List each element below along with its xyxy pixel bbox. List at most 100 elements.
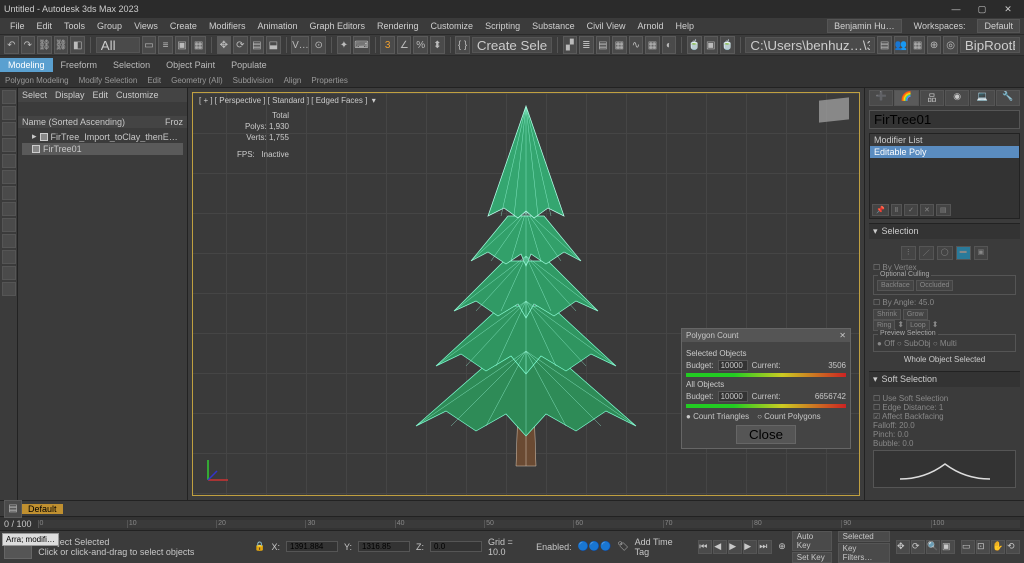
root-bone-field[interactable] bbox=[960, 37, 1020, 53]
tab-modeling[interactable]: Modeling bbox=[0, 58, 53, 72]
coord-y[interactable] bbox=[358, 541, 410, 552]
minimize-icon[interactable]: — bbox=[944, 4, 968, 15]
softsel-rollout[interactable]: Soft Selection bbox=[882, 374, 938, 385]
menu-customize[interactable]: Customize bbox=[425, 21, 480, 31]
create-tab-icon[interactable]: ➕ bbox=[869, 90, 893, 106]
refcoord-icon[interactable]: V… bbox=[291, 36, 309, 54]
layer-explorer-icon[interactable]: ▤ bbox=[877, 36, 892, 54]
window-crossing-icon[interactable]: ▦ bbox=[191, 36, 206, 54]
menu-group[interactable]: Group bbox=[91, 21, 128, 31]
lt-icon[interactable] bbox=[2, 218, 16, 232]
hierarchy-tab-icon[interactable]: 品 bbox=[920, 90, 944, 106]
viewcube[interactable] bbox=[819, 97, 849, 122]
lt-icon[interactable] bbox=[2, 154, 16, 168]
lt-icon[interactable] bbox=[2, 202, 16, 216]
lt-icon[interactable] bbox=[2, 138, 16, 152]
modifier-item[interactable]: Editable Poly bbox=[870, 146, 1019, 158]
falloff-value[interactable]: 20.0 bbox=[899, 421, 915, 430]
menu-civilview[interactable]: Civil View bbox=[581, 21, 632, 31]
add-time-tag[interactable]: Add Time Tag bbox=[635, 537, 687, 557]
menu-substance[interactable]: Substance bbox=[526, 21, 581, 31]
nav-icon[interactable]: ⟳ bbox=[911, 540, 925, 554]
lt-icon[interactable] bbox=[2, 266, 16, 280]
play-icon[interactable]: ▶ bbox=[728, 540, 742, 554]
rotate-icon[interactable]: ⟳ bbox=[233, 36, 248, 54]
lt-icon[interactable] bbox=[2, 282, 16, 296]
mirror-icon[interactable]: ▞ bbox=[563, 36, 578, 54]
expand-icon[interactable]: ▾ bbox=[873, 374, 878, 385]
pc-all-budget[interactable]: 10000 bbox=[718, 391, 748, 402]
utilities-tab-icon[interactable]: 🔧 bbox=[996, 90, 1020, 106]
bubble-value[interactable]: 0.0 bbox=[902, 439, 913, 448]
tab-populate[interactable]: Populate bbox=[223, 58, 275, 72]
modify-tab-icon[interactable]: 🌈 bbox=[894, 90, 918, 106]
preview-subobj[interactable]: ○ SubObj bbox=[897, 339, 931, 348]
tree-item[interactable]: FirTree01 bbox=[22, 143, 183, 155]
lt-icon[interactable] bbox=[2, 170, 16, 184]
select-name-icon[interactable]: ≡ bbox=[158, 36, 173, 54]
menu-animation[interactable]: Animation bbox=[251, 21, 303, 31]
bind-icon[interactable]: ◧ bbox=[70, 36, 85, 54]
unique-icon[interactable]: ✓ bbox=[904, 204, 918, 216]
redo-icon[interactable]: ↷ bbox=[21, 36, 36, 54]
goto-start-icon[interactable]: ⏮ bbox=[698, 540, 712, 554]
nav-icon[interactable]: 🔍 bbox=[926, 540, 940, 554]
pc-sel-budget[interactable]: 10000 bbox=[718, 360, 748, 371]
edit-selset-icon[interactable]: { } bbox=[455, 36, 470, 54]
lt-icon[interactable] bbox=[2, 106, 16, 120]
populate-icon[interactable]: ▦ bbox=[910, 36, 925, 54]
project-path[interactable] bbox=[745, 37, 875, 53]
nav-icon[interactable]: ✥ bbox=[896, 540, 910, 554]
next-frame-icon[interactable]: ▶ bbox=[743, 540, 757, 554]
edge-distance[interactable]: Edge Distance: bbox=[882, 403, 936, 412]
tab-objectpaint[interactable]: Object Paint bbox=[158, 58, 223, 72]
lock-icon[interactable]: 🔒 bbox=[254, 541, 265, 552]
render-frame-icon[interactable]: ▣ bbox=[704, 36, 719, 54]
viewport-label[interactable]: [ + ] [ Perspective ] [ Standard ] [ Edg… bbox=[199, 96, 367, 105]
axis-gizmo[interactable] bbox=[203, 455, 233, 485]
preview-multi[interactable]: ○ Multi bbox=[933, 339, 957, 348]
helper-icon[interactable]: ◎ bbox=[943, 36, 958, 54]
crowd-icon[interactable]: 👥 bbox=[894, 36, 909, 54]
lt-icon[interactable] bbox=[2, 234, 16, 248]
link-icon[interactable]: ⛓ bbox=[37, 36, 52, 54]
select-icon[interactable]: ▭ bbox=[142, 36, 157, 54]
by-angle[interactable]: By Angle: bbox=[882, 298, 916, 307]
selection-set-field[interactable] bbox=[472, 37, 552, 53]
vertex-icon[interactable]: ⋮ bbox=[901, 246, 916, 260]
layer-icon[interactable]: ▤ bbox=[4, 500, 22, 518]
manipulate-icon[interactable]: ✦ bbox=[337, 36, 352, 54]
menu-views[interactable]: Views bbox=[128, 21, 164, 31]
render-icon[interactable]: 🍵 bbox=[720, 36, 735, 54]
sub-modifyselection[interactable]: Modify Selection bbox=[74, 76, 143, 85]
se-select[interactable]: Select bbox=[22, 90, 47, 100]
sub-polymodeling[interactable]: Polygon Modeling bbox=[0, 76, 74, 85]
lt-icon[interactable] bbox=[2, 122, 16, 136]
workspace-dropdown[interactable]: Default bbox=[977, 19, 1020, 33]
spinner-snap-icon[interactable]: ⬍ bbox=[430, 36, 445, 54]
nav-icon[interactable]: ⟲ bbox=[1006, 540, 1020, 554]
nav-icon[interactable]: ✋ bbox=[991, 540, 1005, 554]
menu-arnold[interactable]: Arnold bbox=[631, 21, 669, 31]
edge-icon[interactable]: ／ bbox=[919, 246, 934, 260]
prev-frame-icon[interactable]: ◀ bbox=[713, 540, 727, 554]
grow-button[interactable]: Grow bbox=[903, 309, 928, 320]
display-tab-icon[interactable]: 💻 bbox=[970, 90, 994, 106]
menu-edit[interactable]: Edit bbox=[31, 21, 59, 31]
coord-z[interactable] bbox=[430, 541, 482, 552]
pc-count-triangles[interactable]: ● Count Triangles bbox=[686, 412, 749, 421]
preview-off[interactable]: ● Off bbox=[877, 339, 895, 348]
menu-grapheditors[interactable]: Graph Editors bbox=[303, 21, 371, 31]
keyfilters-button[interactable]: Key Filters… bbox=[838, 543, 890, 563]
sub-edit[interactable]: Edit bbox=[142, 76, 166, 85]
pivot-icon[interactable]: ⊙ bbox=[311, 36, 326, 54]
coord-x[interactable] bbox=[286, 541, 338, 552]
toggle-ribbon-icon[interactable]: ▦ bbox=[612, 36, 627, 54]
lt-icon[interactable] bbox=[2, 250, 16, 264]
sub-properties[interactable]: Properties bbox=[306, 76, 352, 85]
menu-tools[interactable]: Tools bbox=[58, 21, 91, 31]
show-end-icon[interactable]: Ⅱ bbox=[891, 204, 902, 216]
shrink-button[interactable]: Shrink bbox=[873, 309, 901, 320]
polygon-icon[interactable]: ▬ bbox=[956, 246, 971, 260]
selection-filter[interactable] bbox=[96, 37, 140, 53]
